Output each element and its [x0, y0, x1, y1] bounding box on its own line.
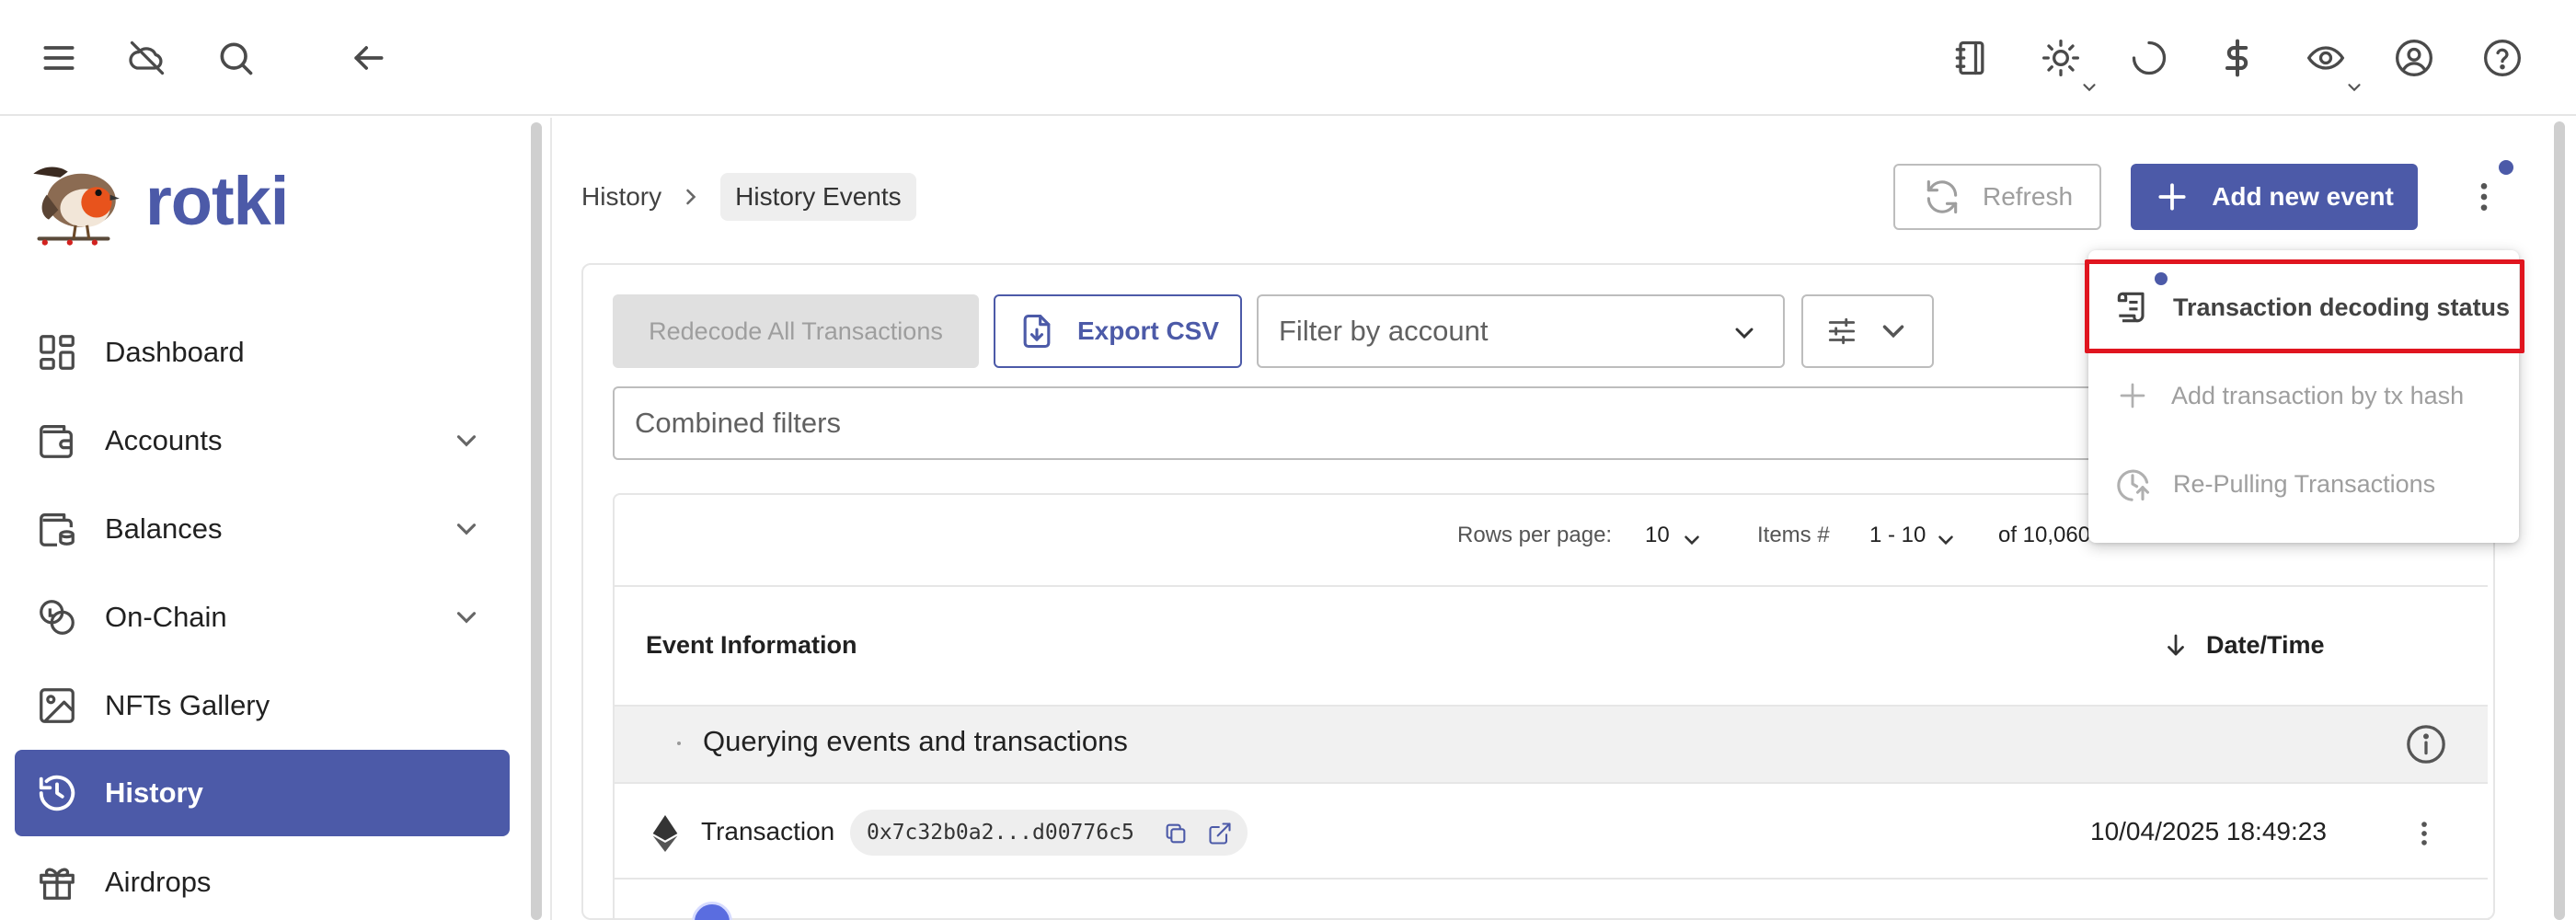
export-csv-button[interactable]: Export CSV — [994, 294, 1242, 368]
chevron-down-icon[interactable] — [1680, 528, 1704, 552]
notes-icon[interactable] — [1943, 30, 1998, 86]
back-arrow-icon[interactable] — [340, 30, 396, 86]
menu-item-re-pulling-transactions[interactable]: Re-Pulling Transactions — [2088, 442, 2519, 526]
dots-vertical-icon — [2480, 183, 2488, 211]
clock-upload-icon — [2117, 469, 2150, 501]
sidebar-item-on-chain[interactable]: On-Chain — [15, 574, 510, 661]
column-date-time[interactable]: Date/Time — [2206, 631, 2325, 660]
currency-dollar-icon[interactable] — [2210, 30, 2265, 86]
sidebar-item-label: Accounts — [105, 424, 223, 456]
sidebar-item-accounts[interactable]: Accounts — [15, 397, 510, 484]
items-range-select[interactable]: 1 - 10 — [1869, 523, 1926, 548]
menu-item-label: Transaction decoding status — [2173, 293, 2511, 321]
export-label: Export CSV — [1076, 316, 1220, 345]
rotki-logo-icon — [33, 167, 120, 246]
image-icon — [35, 684, 79, 728]
cloud-off-icon[interactable] — [120, 30, 175, 86]
menu-item-label: Re-Pulling Transactions — [2173, 469, 2436, 498]
plus-icon — [2158, 183, 2186, 211]
help-icon[interactable] — [2475, 30, 2530, 86]
items-label: Items # — [1757, 523, 1830, 547]
chevron-down-icon — [456, 523, 477, 535]
breadcrumb-parent[interactable]: History — [581, 182, 661, 212]
copy-icon[interactable] — [1163, 821, 1189, 846]
sidebar-item-label: NFTs Gallery — [105, 689, 270, 721]
theme-chevron-down-icon[interactable] — [2079, 77, 2099, 98]
plus-icon — [2120, 383, 2145, 408]
wallet-icon — [35, 419, 79, 463]
more-options-button[interactable] — [2466, 169, 2502, 224]
combined-filters-input[interactable]: Combined filters — [613, 386, 2186, 460]
dashboard-icon — [35, 330, 79, 374]
event-date: 10/04/2025 18:49:23 — [2090, 817, 2327, 845]
menu-icon[interactable] — [31, 30, 86, 86]
coins-icon — [35, 595, 79, 639]
history-icon — [35, 771, 79, 815]
search-icon[interactable] — [208, 30, 263, 86]
top-app-bar — [0, 0, 2576, 116]
chevron-down-icon — [1735, 328, 1754, 339]
rows-per-page-select[interactable]: 10 — [1645, 523, 1670, 548]
loading-dot — [677, 742, 681, 745]
sidebar-item-history[interactable]: History — [15, 750, 510, 836]
menu-item-transaction-decoding-status[interactable]: Transaction decoding status — [2088, 265, 2519, 350]
menu-item-label: Add transaction by tx hash — [2171, 381, 2465, 409]
chevron-down-icon — [456, 435, 477, 447]
account-filter-select[interactable]: Filter by account — [1257, 294, 1785, 368]
redecode-label: Redecode All Transactions — [649, 316, 943, 345]
sidebar-item-label: History — [105, 776, 203, 809]
ethereum-icon — [652, 815, 678, 852]
chevron-right-icon — [686, 189, 696, 205]
notification-dot — [2499, 160, 2513, 175]
tx-hash: 0x7c32b0a2...d00776c5 — [867, 821, 1134, 845]
user-account-icon[interactable] — [2386, 30, 2442, 86]
refresh-button[interactable]: Refresh — [1893, 164, 2101, 230]
sidebar-item-label: Airdrops — [105, 866, 212, 898]
sliders-icon — [1828, 317, 1856, 345]
sidebar-divider — [550, 118, 552, 920]
column-event-information: Event Information — [646, 631, 857, 659]
sidebar-item-dashboard[interactable]: Dashboard — [15, 309, 510, 396]
app-name: rotki — [145, 163, 289, 239]
chevron-down-icon — [1882, 325, 1904, 339]
sidebar-item-balances[interactable]: Balances — [15, 486, 510, 572]
sidebar-item-nfts-gallery[interactable]: NFTs Gallery — [15, 662, 510, 749]
combined-filters-placeholder: Combined filters — [635, 407, 841, 439]
balances-icon — [35, 507, 79, 551]
add-new-event-label: Add new event — [2212, 182, 2394, 211]
event-type-label: Transaction — [701, 817, 835, 845]
account-filter-placeholder: Filter by account — [1279, 315, 1489, 347]
redecode-all-transactions-button[interactable]: Redecode All Transactions — [613, 294, 979, 368]
info-icon[interactable] — [2405, 723, 2447, 765]
menu-item-add-transaction-by-hash[interactable]: Add transaction by tx hash — [2088, 353, 2519, 438]
status-dot — [2155, 272, 2168, 285]
add-new-event-button[interactable]: Add new event — [2131, 164, 2418, 230]
refresh-icon — [1926, 179, 1958, 214]
rows-per-page-label: Rows per page: — [1457, 523, 1613, 547]
sidebar-item-label: Balances — [105, 512, 223, 545]
script-icon — [2117, 292, 2145, 323]
refresh-label: Refresh — [1982, 182, 2074, 211]
row-actions-icon[interactable] — [2409, 813, 2440, 854]
file-download-icon — [1023, 314, 1051, 349]
main-scrollbar[interactable] — [2554, 121, 2565, 920]
sidebar-scrollbar[interactable] — [531, 122, 542, 920]
filter-settings-button[interactable] — [1801, 294, 1934, 368]
breadcrumb: History History Events — [581, 171, 916, 223]
breadcrumb-current: History Events — [720, 173, 916, 221]
sidebar-item-label: Dashboard — [105, 336, 245, 368]
chevron-down-icon[interactable] — [1934, 528, 1958, 552]
sort-arrow-down-icon[interactable] — [2162, 631, 2190, 659]
total-items: of 10,060 — [1998, 523, 2091, 547]
group-title: Querying events and transactions — [703, 725, 1128, 757]
gift-icon — [35, 860, 79, 904]
chevron-down-icon — [456, 612, 477, 624]
loading-spinner-icon — [2122, 30, 2177, 86]
privacy-chevron-down-icon[interactable] — [2344, 77, 2364, 98]
sidebar-item-label: On-Chain — [105, 601, 227, 633]
external-link-icon[interactable] — [1207, 821, 1233, 846]
sidebar-item-airdrops[interactable]: Airdrops — [15, 839, 510, 920]
